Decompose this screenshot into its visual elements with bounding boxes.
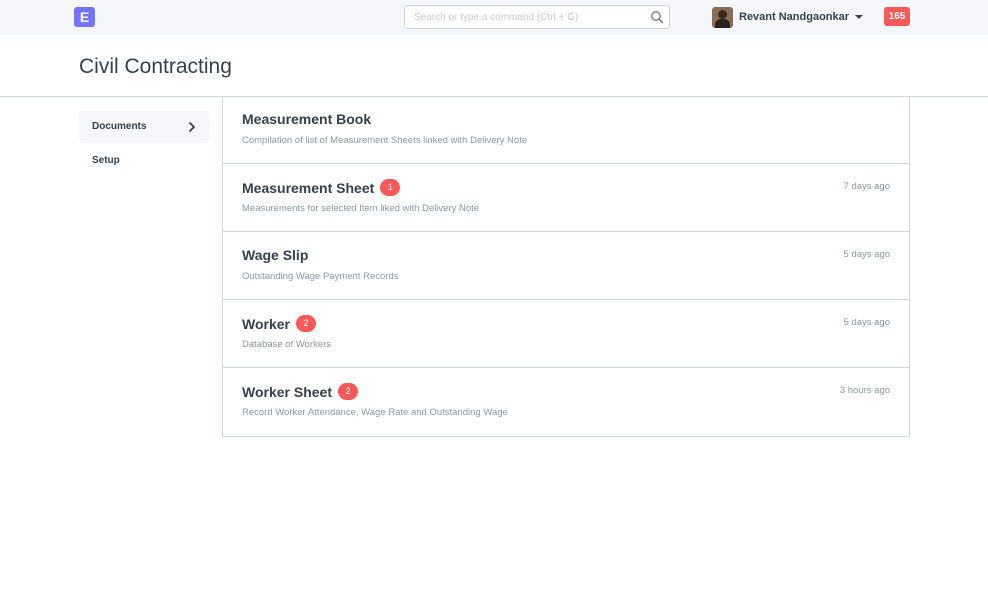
sidebar-item-setup[interactable]: Setup bbox=[79, 145, 209, 177]
doctype-list: Measurement Book Compilation of list of … bbox=[222, 96, 910, 437]
list-item[interactable]: Worker 2 Database of Workers 5 days ago bbox=[223, 300, 909, 368]
item-timestamp: 3 hours ago bbox=[839, 385, 890, 396]
item-title[interactable]: Wage Slip bbox=[242, 247, 308, 263]
avatar[interactable] bbox=[712, 6, 733, 28]
item-description: Record Worker Attendance, Wage Rate and … bbox=[242, 407, 508, 418]
search-icon[interactable] bbox=[650, 10, 664, 24]
caret-down-icon[interactable] bbox=[855, 15, 864, 19]
chevron-right-icon bbox=[189, 122, 195, 132]
item-description: Measurements for selected Item liked wit… bbox=[242, 203, 480, 214]
notification-count-badge[interactable]: 165 bbox=[884, 7, 910, 26]
sidebar-item-label: Documents bbox=[92, 121, 147, 132]
item-title[interactable]: Worker bbox=[242, 316, 290, 332]
item-title[interactable]: Worker Sheet bbox=[242, 384, 332, 400]
item-description: Database of Workers bbox=[242, 339, 332, 350]
count-badge: 2 bbox=[295, 315, 316, 332]
sidebar-item-documents[interactable]: Documents bbox=[79, 111, 209, 143]
item-timestamp: 5 days ago bbox=[843, 249, 890, 260]
count-badge: 1 bbox=[380, 179, 401, 196]
page-title: Civil Contracting bbox=[79, 55, 232, 78]
search-box[interactable] bbox=[404, 5, 670, 29]
list-item[interactable]: Wage Slip Outstanding Wage Payment Recor… bbox=[223, 232, 909, 300]
item-timestamp: 5 days ago bbox=[843, 317, 890, 328]
user-menu[interactable]: Revant Nandgaonkar bbox=[712, 6, 864, 28]
item-title[interactable]: Measurement Sheet bbox=[242, 180, 374, 196]
item-description: Compilation of list of Measurement Sheet… bbox=[242, 135, 528, 146]
item-timestamp: 7 days ago bbox=[843, 181, 890, 192]
user-name[interactable]: Revant Nandgaonkar bbox=[739, 11, 849, 23]
item-description: Outstanding Wage Payment Records bbox=[242, 271, 399, 282]
list-item[interactable]: Measurement Book Compilation of list of … bbox=[223, 96, 909, 164]
app-logo[interactable]: E bbox=[74, 7, 95, 27]
sidebar-item-label: Setup bbox=[92, 155, 120, 166]
search-input[interactable] bbox=[405, 6, 645, 28]
count-badge: 2 bbox=[338, 383, 358, 400]
item-title[interactable]: Measurement Book bbox=[242, 111, 371, 127]
list-item[interactable]: Worker Sheet 2 Record Worker Attendance,… bbox=[223, 368, 909, 436]
list-item[interactable]: Measurement Sheet 1 Measurements for sel… bbox=[223, 164, 909, 232]
navbar: E Revant Nandgaonkar 165 bbox=[0, 0, 988, 35]
